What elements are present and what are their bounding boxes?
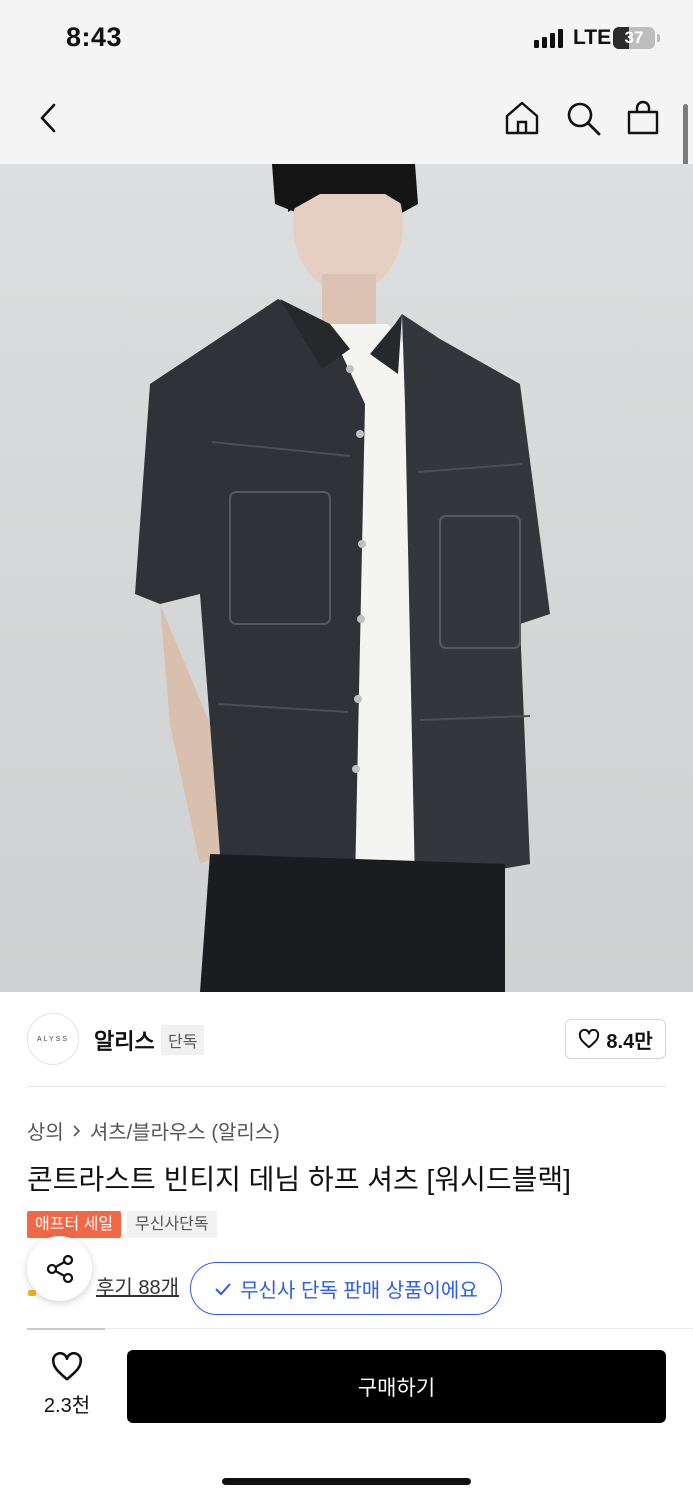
- model-illustration: [135, 164, 550, 992]
- brand-like-count: 8.4만: [606, 1030, 653, 1053]
- battery-icon: 37: [613, 27, 655, 49]
- check-icon: [215, 1282, 231, 1295]
- product-title: 콘트라스트 빈티지 데님 하프 셔츠 [워시드블랙]: [27, 1164, 571, 1195]
- network-label: LTE: [573, 26, 612, 49]
- star-icon: [28, 1290, 36, 1296]
- brand-logo[interactable]: ALYSS: [27, 1013, 79, 1065]
- verified-badge-label: 무신사 단독 판매 상품이에요: [240, 1280, 478, 1302]
- product-image[interactable]: [0, 164, 693, 992]
- wishlist-button[interactable]: 2.3천: [37, 1351, 97, 1418]
- search-icon: [567, 102, 601, 136]
- review-link[interactable]: 후기 88개: [96, 1271, 179, 1300]
- home-icon: [505, 101, 539, 135]
- back-icon: [40, 103, 56, 133]
- wishlist-count: 2.3천: [43, 1395, 91, 1417]
- status-bar: 8:43 LTE 37: [0, 0, 693, 80]
- home-button[interactable]: [501, 97, 543, 139]
- brand-like-button[interactable]: 8.4만: [565, 1019, 666, 1059]
- tab-divider: [27, 1328, 693, 1329]
- battery-tip: [657, 34, 660, 42]
- divider: [27, 1086, 666, 1087]
- heart-icon: [579, 1029, 600, 1049]
- verified-exclusive-badge[interactable]: 무신사 단독 판매 상품이에요: [190, 1262, 502, 1315]
- heart-icon: [51, 1351, 83, 1381]
- share-button[interactable]: [27, 1236, 92, 1301]
- cart-button[interactable]: [622, 97, 664, 139]
- signal-icon: [534, 28, 563, 48]
- brand-name[interactable]: 알리스: [94, 1024, 155, 1056]
- breadcrumb: 상의 셔츠/블라우스 (알리스): [27, 1116, 280, 1145]
- home-indicator: [222, 1478, 471, 1485]
- battery-level: 37: [624, 28, 644, 47]
- breadcrumb-subcategory[interactable]: 셔츠/블라우스 (알리스): [90, 1116, 280, 1145]
- exclusive-tag: 단독: [161, 1025, 205, 1055]
- back-button[interactable]: [28, 98, 68, 138]
- share-icon: [46, 1254, 73, 1283]
- chevron-right-icon: [73, 1124, 80, 1137]
- status-time: 8:43: [66, 22, 123, 52]
- exclusive-chip: 무신사단독: [127, 1211, 217, 1238]
- top-nav: [0, 80, 693, 164]
- sale-chip: 애프터 세일: [27, 1211, 122, 1238]
- cart-icon: [627, 100, 659, 135]
- breadcrumb-category[interactable]: 상의: [27, 1116, 64, 1145]
- buy-button[interactable]: 구매하기: [127, 1350, 666, 1423]
- search-button[interactable]: [562, 97, 604, 139]
